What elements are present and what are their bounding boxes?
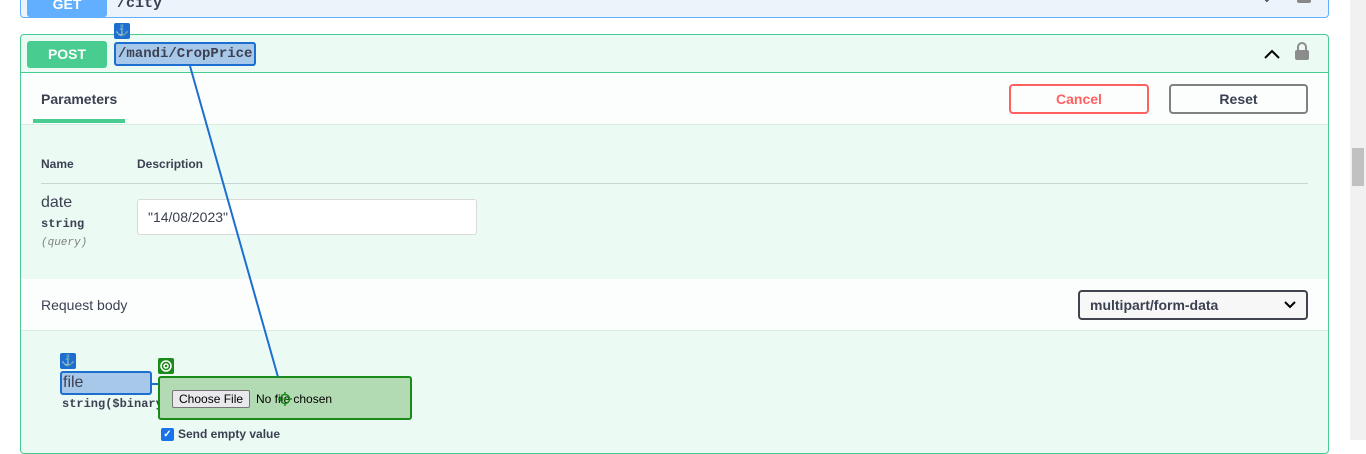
request-body-label: Request body [41, 297, 128, 313]
chevron-up-icon[interactable] [1263, 45, 1281, 63]
anchor-icon: ⚓ [60, 353, 76, 369]
parameter-location: (query) [41, 237, 88, 249]
operation-summary[interactable]: POST /mandi/CropPrice [21, 35, 1328, 73]
parameter-type: string [41, 217, 85, 231]
column-header-description: Description [137, 157, 204, 171]
body-field-type: string($binary) [62, 397, 171, 411]
choose-file-button[interactable]: Choose File [172, 390, 251, 408]
send-empty-label: Send empty value [178, 427, 281, 441]
method-badge-get: GET [27, 0, 107, 17]
lock-icon[interactable] [1297, 0, 1311, 3]
parameter-name: date [41, 194, 73, 211]
file-status: No file chosen [256, 392, 333, 406]
checkbox-checked-icon[interactable]: ✓ [161, 428, 174, 442]
table-divider [41, 183, 1308, 184]
parameters-header: Parameters Cancel Reset [21, 73, 1328, 125]
scrollbar-thumb[interactable] [1352, 148, 1364, 186]
crosshair-icon [278, 392, 292, 406]
body-field-name[interactable]: file [60, 371, 152, 395]
operation-path-get: /city [117, 0, 163, 12]
chevron-down-icon[interactable]: ⌄ [1261, 0, 1273, 6]
scrollbar-track[interactable] [1350, 0, 1366, 440]
request-body-header: Request body multipart/form-data [21, 279, 1328, 331]
column-header-name: Name [41, 157, 74, 171]
method-badge-post: POST [27, 41, 107, 68]
operation-path-post[interactable]: /mandi/CropPrice [114, 42, 257, 66]
cancel-button[interactable]: Cancel [1009, 84, 1149, 114]
anchor-icon: ⚓ [114, 23, 130, 39]
get-operation-block[interactable]: GET /city ⌄ [20, 0, 1329, 18]
date-input[interactable] [137, 199, 477, 235]
send-empty-value-checkbox[interactable]: ✓ Send empty value [161, 427, 281, 442]
file-input[interactable]: Choose File No file chosen [158, 376, 412, 420]
target-icon [158, 358, 174, 374]
post-operation-block: POST /mandi/CropPrice Parameters Cancel … [20, 34, 1329, 454]
reset-button[interactable]: Reset [1169, 84, 1308, 114]
content-type-select[interactable]: multipart/form-data [1078, 290, 1308, 320]
lock-icon[interactable] [1294, 41, 1310, 61]
tab-parameters[interactable]: Parameters [33, 73, 125, 123]
content-type-value: multipart/form-data [1090, 297, 1219, 313]
chevron-down-icon [1284, 301, 1296, 309]
